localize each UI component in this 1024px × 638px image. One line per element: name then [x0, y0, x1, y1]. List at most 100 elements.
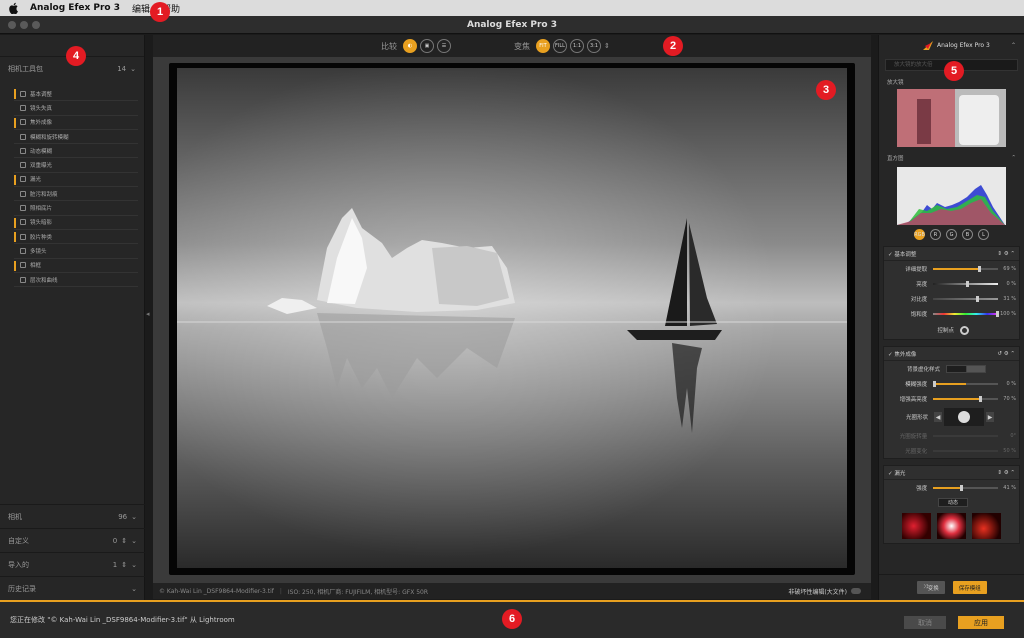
- zoom-fit-button[interactable]: FIT: [536, 39, 550, 53]
- tool-item[interactable]: 基本调整: [14, 87, 138, 102]
- save-preset-button[interactable]: 保存模组: [952, 581, 987, 594]
- camera-kit-title: 相机工具包: [8, 65, 43, 73]
- stepper-icon[interactable]: ⇕: [121, 561, 127, 569]
- tool-item[interactable]: 层次和曲线: [14, 273, 138, 288]
- slider-track[interactable]: [933, 265, 999, 272]
- minimize-window-button[interactable]: [20, 21, 28, 29]
- tool-item[interactable]: 相框: [14, 259, 138, 273]
- section-imported[interactable]: 导入的 1 ⇕ ⌄: [0, 552, 145, 576]
- histogram-header[interactable]: 直方图 ⌃: [879, 151, 1024, 165]
- zoom-1to1-button[interactable]: 1:1: [570, 39, 584, 53]
- panel-actions-icon[interactable]: ↺ ⚙ ⌃: [997, 351, 1015, 357]
- chevron-down-icon[interactable]: ⌄: [131, 585, 137, 593]
- tool-item[interactable]: 镜头暗影: [14, 216, 138, 230]
- slider-track[interactable]: [933, 449, 999, 452]
- slider-saturation[interactable]: 饱和度 100 %: [884, 306, 1019, 321]
- basic-adjust-header[interactable]: ✓ 基本调整 ⇕ ⚙ ⌃: [884, 247, 1019, 261]
- section-history[interactable]: 历史记录 ⌄: [0, 576, 145, 600]
- zoom-stepper-icon[interactable]: ⇕: [604, 42, 610, 50]
- nondestructive-toggle[interactable]: [851, 588, 861, 594]
- channel-g-button[interactable]: G: [946, 229, 957, 240]
- slider-contrast[interactable]: 对比度 31 %: [884, 291, 1019, 306]
- photo-preview[interactable]: [169, 63, 855, 575]
- brand-logo-icon: [923, 40, 933, 50]
- section-custom[interactable]: 自定义 0 ⇕ ⌄: [0, 528, 145, 552]
- loupe-preview[interactable]: [897, 89, 1006, 147]
- slider-brightness[interactable]: 亮度 0 %: [884, 276, 1019, 291]
- collapse-up-icon[interactable]: ⌃: [1011, 42, 1016, 49]
- slider-track[interactable]: [933, 395, 999, 402]
- channel-l-button[interactable]: L: [978, 229, 989, 240]
- prev-shape-button[interactable]: ◀: [934, 412, 942, 422]
- channel-r-button[interactable]: R: [930, 229, 941, 240]
- tool-item[interactable]: 脏污和刮痕: [14, 187, 138, 202]
- slider-track[interactable]: [933, 434, 999, 437]
- random-button[interactable]: ⤨ 变换: [917, 581, 945, 594]
- light-leak-header[interactable]: ✓ 漏光 ⇕ ⚙ ⌃: [884, 466, 1019, 480]
- checkbox-checked-icon[interactable]: ✓: [888, 352, 893, 358]
- maximize-window-button[interactable]: [32, 21, 40, 29]
- slider-highlight-boost[interactable]: 增强高亮度 70 %: [884, 391, 1019, 406]
- slider-track[interactable]: [933, 310, 999, 317]
- leak-mode-select[interactable]: 动态: [938, 498, 968, 507]
- slider-aperture-variation[interactable]: 光圈变化 50 %: [884, 443, 1019, 458]
- apple-icon[interactable]: [8, 2, 20, 14]
- slider-aperture-rotation[interactable]: 光圈旋转量 0°: [884, 428, 1019, 443]
- slider-blur-strength[interactable]: 模糊强度 0 %: [884, 376, 1019, 391]
- slider-detail[interactable]: 详细提取 69 %: [884, 261, 1019, 276]
- chevron-up-icon[interactable]: ⌃: [1011, 155, 1016, 161]
- chevron-down-icon[interactable]: ⌄: [130, 65, 136, 73]
- annotation-badge-4: 4: [66, 46, 86, 66]
- slider-value: 50 %: [1003, 447, 1016, 454]
- leak-preset-thumb[interactable]: [902, 513, 931, 539]
- channel-b-button[interactable]: B: [962, 229, 973, 240]
- image-canvas[interactable]: [153, 57, 871, 583]
- cancel-button[interactable]: 取消: [904, 616, 946, 629]
- chevron-down-icon[interactable]: ⌄: [131, 513, 137, 521]
- tool-item[interactable]: 模糊和旋转模糊: [14, 130, 138, 145]
- zoom-label: 变焦: [514, 41, 530, 51]
- tool-item[interactable]: 照相底片: [14, 201, 138, 216]
- panel-actions-icon[interactable]: ⇕ ⚙ ⌃: [997, 251, 1015, 257]
- chevron-down-icon[interactable]: ⌄: [131, 561, 137, 569]
- bokeh-style-segmented[interactable]: [946, 364, 986, 373]
- tool-item[interactable]: 多镜头: [14, 244, 138, 259]
- compare-stack-button[interactable]: ☰: [437, 39, 451, 53]
- close-window-button[interactable]: [8, 21, 16, 29]
- bokeh-header[interactable]: ✓ 焦外成像 ↺ ⚙ ⌃: [884, 347, 1019, 361]
- tool-item[interactable]: 动态模糊: [14, 144, 138, 159]
- tool-item[interactable]: 漏光: [14, 173, 138, 188]
- section-label: 相机: [8, 512, 22, 521]
- menu-edit[interactable]: 编辑: [132, 2, 150, 15]
- tool-item[interactable]: 胶片种类: [14, 230, 138, 245]
- stepper-icon[interactable]: ⇕: [121, 537, 127, 545]
- tool-item[interactable]: 焦外成像: [14, 116, 138, 130]
- slider-track[interactable]: [933, 484, 999, 491]
- chevron-down-icon[interactable]: ⌄: [131, 537, 137, 545]
- compare-side-by-side-button[interactable]: ▣: [420, 39, 434, 53]
- zoom-3to1-button[interactable]: 3:1: [587, 39, 601, 53]
- checkbox-checked-icon[interactable]: ✓: [888, 471, 893, 477]
- slider-track[interactable]: [933, 280, 999, 287]
- leak-preset-thumb[interactable]: [937, 513, 966, 539]
- slider-track[interactable]: [933, 295, 999, 302]
- checkbox-checked-icon[interactable]: ✓: [888, 252, 893, 258]
- histogram-channels: RGB R G B L: [879, 229, 1024, 240]
- apply-button[interactable]: 应用: [958, 616, 1004, 629]
- section-camera[interactable]: 相机 96 ⌄: [0, 504, 145, 528]
- slider-track[interactable]: [933, 380, 999, 387]
- next-shape-button[interactable]: ▶: [986, 412, 994, 422]
- zoom-fill-button[interactable]: FILL: [553, 39, 567, 53]
- panel-actions-icon[interactable]: ⇕ ⚙ ⌃: [997, 470, 1015, 476]
- window-title: Analog Efex Pro 3: [466, 19, 557, 30]
- slider-value: 100 %: [1000, 310, 1016, 317]
- tool-item[interactable]: 镜头失真: [14, 101, 138, 116]
- compare-split-button[interactable]: ◐: [403, 39, 417, 53]
- channel-rgb-button[interactable]: RGB: [914, 229, 925, 240]
- collapse-left-panel-icon[interactable]: ◂: [146, 310, 150, 318]
- add-control-point-icon[interactable]: [960, 325, 969, 335]
- tool-item[interactable]: 双重曝光: [14, 158, 138, 173]
- leak-preset-thumb[interactable]: [972, 513, 1001, 539]
- slider-leak-strength[interactable]: 强度 41 %: [884, 480, 1019, 495]
- menu-app-name[interactable]: Analog Efex Pro 3: [30, 3, 120, 13]
